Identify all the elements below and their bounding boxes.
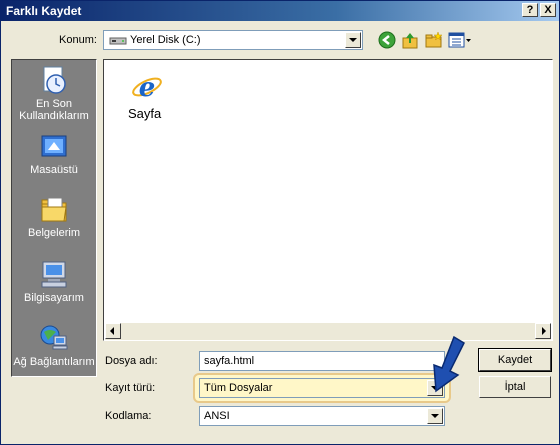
close-button[interactable]: X (540, 3, 556, 17)
filetype-label: Kayıt türü: (105, 382, 156, 394)
places-label: Masaüstü (30, 164, 78, 176)
scroll-left-icon[interactable] (105, 323, 121, 339)
recent-documents-icon (43, 66, 66, 94)
file-name: Sayfa (128, 106, 162, 121)
filename-field[interactable]: sayfa.html (199, 351, 445, 371)
location-label: Konum: (59, 34, 97, 46)
location-value: Yerel Disk (C:) (130, 34, 201, 46)
filename-value: sayfa.html (204, 355, 255, 367)
window-title: Farklı Kaydet (6, 4, 82, 18)
chevron-down-icon[interactable] (427, 408, 443, 424)
encoding-label: Kodlama: (105, 410, 152, 422)
places-label: Kullandıklarım (19, 110, 89, 122)
chevron-down-icon[interactable] (345, 32, 361, 48)
arrow-annotation-icon (433, 335, 465, 393)
up-folder-icon[interactable] (401, 31, 419, 49)
desktop-icon (41, 135, 67, 157)
title-bar: Farklı Kaydet ? X (1, 1, 559, 21)
places-item-documents[interactable]: Belgelerim (12, 193, 96, 251)
filename-label: Dosya adı: (105, 355, 158, 367)
horizontal-scrollbar[interactable] (105, 323, 551, 340)
scroll-right-icon[interactable] (535, 323, 551, 339)
file-list[interactable]: e Sayfa (103, 59, 553, 341)
places-item-desktop[interactable]: Masaüstü (12, 130, 96, 188)
encoding-value: ANSI (204, 410, 230, 422)
places-bar: En Son Kullandıklarım Masaüstü Belgeleri… (11, 59, 97, 377)
internet-explorer-icon: e (132, 73, 162, 103)
filetype-value: Tüm Dosyalar (204, 382, 273, 394)
save-button[interactable]: Kaydet (478, 348, 552, 372)
drive-icon (109, 37, 127, 45)
places-item-network[interactable]: Ağ Bağlantılarım (12, 322, 96, 380)
filetype-dropdown[interactable]: Tüm Dosyalar (199, 378, 445, 398)
places-label: Ağ Bağlantılarım (13, 356, 95, 368)
back-icon[interactable] (378, 31, 396, 49)
help-button[interactable]: ? (522, 3, 538, 17)
network-places-icon (40, 325, 68, 350)
save-as-dialog: Farklı Kaydet ? X Konum: Yerel Disk (C:) (0, 0, 560, 445)
view-menu-icon[interactable] (448, 31, 472, 49)
new-folder-icon[interactable] (425, 31, 443, 49)
places-label: Bilgisayarım (24, 292, 84, 304)
my-documents-icon (41, 197, 67, 222)
location-dropdown[interactable]: Yerel Disk (C:) (103, 30, 363, 50)
my-computer-icon (41, 261, 67, 288)
places-label: Belgelerim (28, 227, 80, 239)
cancel-button[interactable]: İptal (479, 376, 551, 398)
places-item-recent[interactable]: En Son Kullandıklarım (12, 64, 96, 122)
list-item[interactable]: e Sayfa (122, 68, 172, 128)
encoding-dropdown[interactable]: ANSI (199, 406, 445, 426)
places-item-computer[interactable]: Bilgisayarım (12, 258, 96, 316)
svg-text:e: e (139, 73, 156, 103)
